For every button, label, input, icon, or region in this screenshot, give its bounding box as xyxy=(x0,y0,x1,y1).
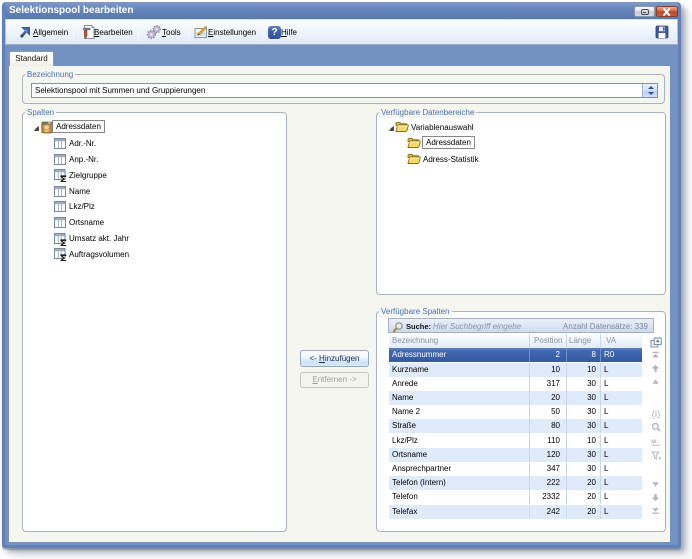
svg-text:M↓: M↓ xyxy=(651,439,659,445)
